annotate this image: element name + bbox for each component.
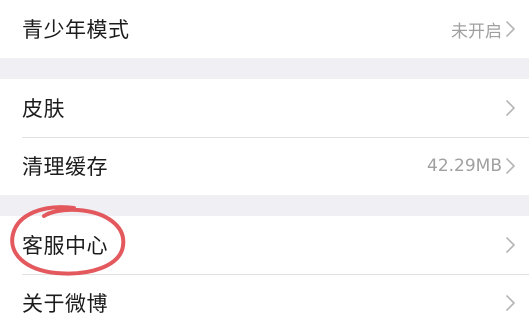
settings-row-about-weibo[interactable]: 关于微博 — [0, 274, 529, 332]
settings-row-skin[interactable]: 皮肤 — [0, 79, 529, 137]
chevron-right-icon — [506, 237, 515, 253]
row-label: 清理缓存 — [22, 155, 108, 179]
settings-row-youth-mode[interactable]: 青少年模式 未开启 — [0, 0, 529, 58]
settings-row-clear-cache[interactable]: 清理缓存 42.29MB — [0, 137, 529, 195]
row-label: 客服中心 — [22, 234, 108, 258]
row-value: 未开启 — [451, 21, 502, 42]
row-label: 青少年模式 — [22, 18, 130, 42]
chevron-right-icon — [506, 295, 515, 311]
settings-group-support: 客服中心 关于微博 — [0, 216, 529, 332]
settings-row-customer-service[interactable]: 客服中心 — [0, 216, 529, 274]
row-label: 关于微博 — [22, 292, 108, 316]
settings-group-youth: 青少年模式 未开启 — [0, 0, 529, 58]
chevron-right-icon — [506, 100, 515, 116]
settings-group-display: 皮肤 清理缓存 42.29MB — [0, 79, 529, 195]
row-value: 42.29MB — [427, 156, 502, 176]
settings-page: 青少年模式 未开启 皮肤 清理缓存 42.29MB 客服中心 关于微博 — [0, 0, 529, 332]
chevron-right-icon — [506, 21, 515, 37]
row-label: 皮肤 — [22, 97, 65, 121]
chevron-right-icon — [506, 158, 515, 174]
